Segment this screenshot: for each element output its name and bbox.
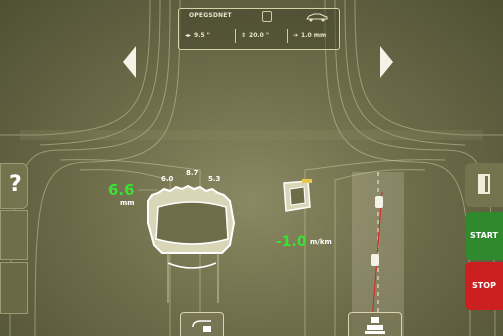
rim-diameter-value: 20.0 "	[249, 32, 270, 39]
height-arrows-icon: ⇕	[241, 32, 247, 39]
offset-arrow-icon: ➔	[293, 32, 299, 39]
background-curves	[0, 0, 503, 336]
divider	[287, 29, 288, 43]
tread-value-left: 6.0	[161, 175, 174, 183]
left-side-button-3[interactable]	[0, 262, 28, 314]
car-top-icon	[371, 196, 383, 266]
vehicle-info-panel: OPEGSDNET ◂▸ 9.5 " ⇕ 20.0 " ➔ 1.0 mm	[178, 8, 340, 50]
vehicle-label: OPEGSDNET	[189, 12, 232, 19]
tread-value-center: 8.7	[186, 169, 199, 177]
help-button[interactable]: ?	[0, 163, 28, 209]
toe-unit: m/km	[310, 238, 332, 246]
start-button[interactable]: START	[465, 212, 503, 260]
left-side-button-2[interactable]	[0, 210, 28, 260]
width-arrows-icon: ◂▸	[185, 32, 192, 39]
toe-tire-icon	[283, 179, 312, 212]
toe-value: -1.0	[276, 234, 307, 250]
offset-value: 1.0 mm	[301, 32, 327, 39]
wheel-alignment-screen: OPEGSDNET ◂▸ 9.5 " ⇕ 20.0 " ➔ 1.0 mm ? S…	[0, 0, 503, 336]
tread-depth-unit: mm	[120, 199, 135, 207]
rim-diameter-readout: ⇕ 20.0 "	[241, 32, 269, 39]
car-icon	[306, 13, 328, 22]
tread-value-right: 5.3	[208, 175, 221, 183]
previous-arrow-icon[interactable]	[123, 46, 136, 78]
rim-width-value: 9.5 "	[194, 32, 210, 39]
lift-icon	[365, 317, 385, 334]
help-icon: ?	[9, 172, 22, 197]
tire-print-icon	[192, 320, 211, 332]
rim-width-readout: ◂▸ 9.5 "	[185, 32, 210, 39]
tire-cross-section-icon	[138, 184, 236, 303]
stop-button[interactable]: STOP	[465, 262, 503, 310]
exit-icon	[478, 174, 490, 194]
reference-icon	[262, 11, 272, 22]
next-arrow-icon[interactable]	[380, 46, 393, 78]
divider	[235, 29, 236, 43]
offset-readout: ➔ 1.0 mm	[293, 32, 326, 39]
tread-depth-value: 6.6	[108, 181, 135, 199]
tire-print-button[interactable]	[180, 312, 224, 336]
exit-button[interactable]	[465, 163, 503, 207]
lift-button[interactable]	[348, 312, 402, 336]
